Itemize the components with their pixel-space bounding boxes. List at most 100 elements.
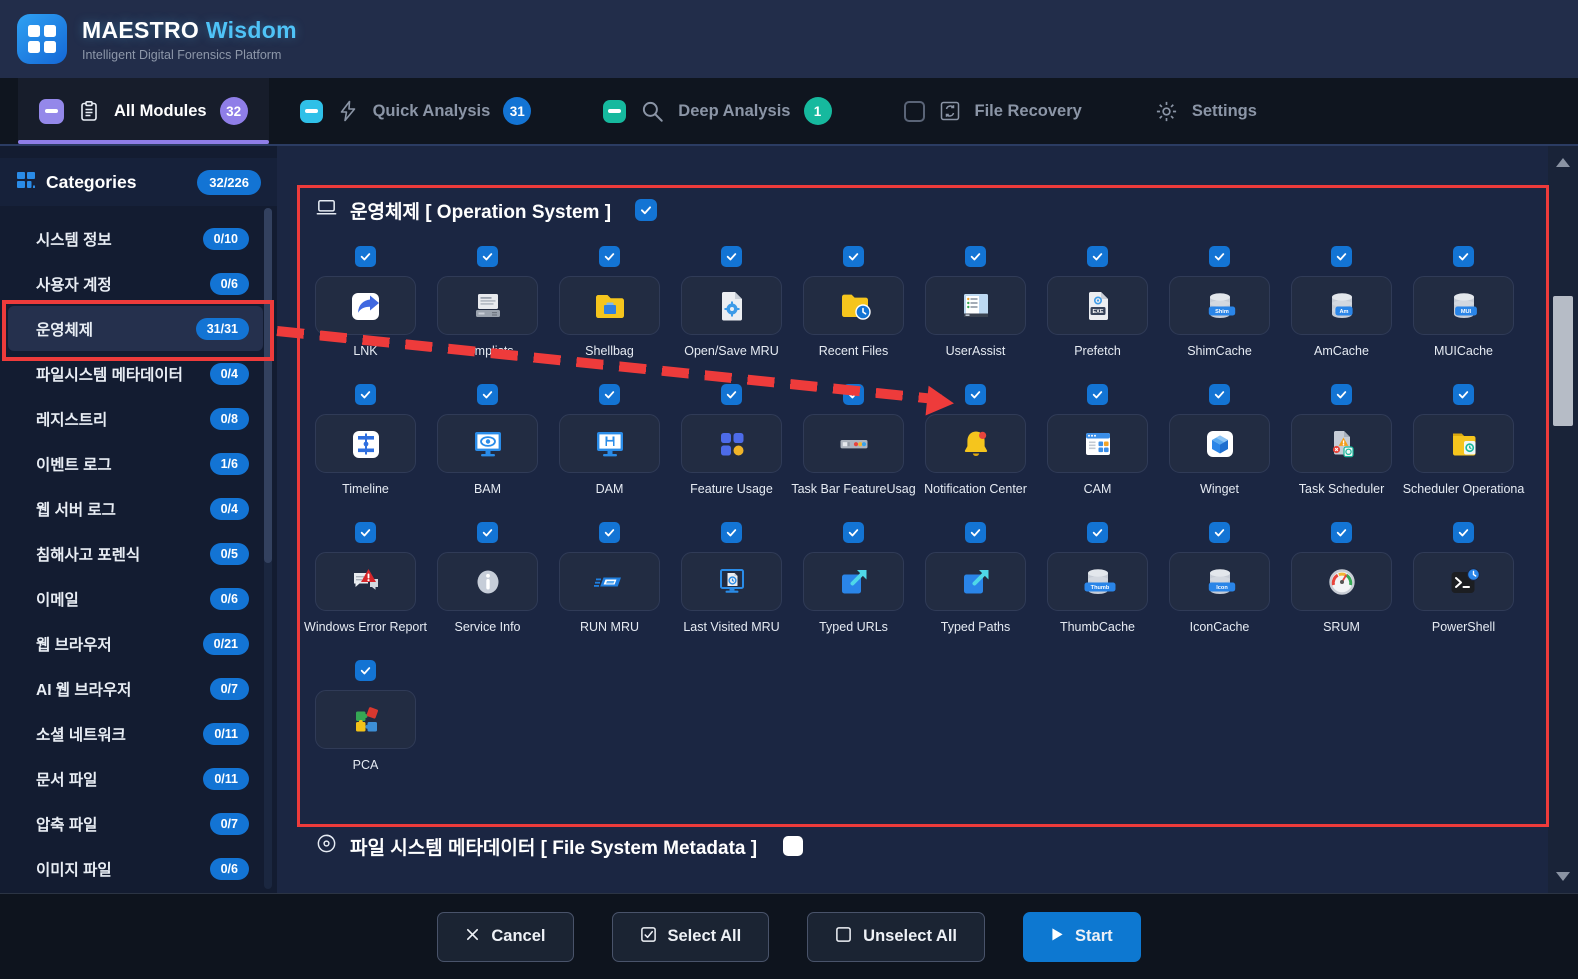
powershell-icon[interactable] [1413, 552, 1514, 611]
module-checkbox[interactable] [355, 246, 376, 267]
notification-center-icon[interactable] [925, 414, 1026, 473]
module-checkbox[interactable] [1331, 246, 1352, 267]
module-jumplists[interactable]: Jumplists [437, 246, 538, 358]
module-checkbox[interactable] [843, 522, 864, 543]
sidebar-scrollbar-thumb[interactable] [264, 208, 272, 563]
iconcache-icon[interactable]: Icon [1169, 552, 1270, 611]
tab-settings[interactable]: Settings [1133, 78, 1278, 144]
sidebar-item-문서-파일[interactable]: 문서 파일0/11 [8, 756, 263, 801]
sidebar-item-압축-파일[interactable]: 압축 파일0/7 [8, 801, 263, 846]
module-bam[interactable]: BAM [437, 384, 538, 496]
module-shellbag[interactable]: Shellbag [559, 246, 660, 358]
module-checkbox[interactable] [355, 660, 376, 681]
module-checkbox[interactable] [721, 246, 742, 267]
section-checkbox[interactable] [783, 836, 803, 856]
sidebar-item-웹-서버-로그[interactable]: 웹 서버 로그0/4 [8, 486, 263, 531]
sidebar-item-시스템-정보[interactable]: 시스템 정보0/10 [8, 216, 263, 261]
section-checkbox[interactable] [635, 199, 657, 221]
module-checkbox[interactable] [355, 522, 376, 543]
module-typed-paths[interactable]: Typed Paths [925, 522, 1026, 634]
module-checkbox[interactable] [1453, 384, 1474, 405]
module-checkbox[interactable] [1453, 522, 1474, 543]
module-checkbox[interactable] [599, 384, 620, 405]
module-checkbox[interactable] [1087, 246, 1108, 267]
timeline-icon[interactable] [315, 414, 416, 473]
jumplists-icon[interactable] [437, 276, 538, 335]
module-checkbox[interactable] [1087, 384, 1108, 405]
module-checkbox[interactable] [599, 522, 620, 543]
shimcache-icon[interactable]: Shim [1169, 276, 1270, 335]
lnk-icon[interactable] [315, 276, 416, 335]
sidebar-item-운영체제[interactable]: 운영체제31/31 [8, 306, 263, 351]
module-muicache[interactable]: MUIMUICache [1413, 246, 1514, 358]
module-run-mru[interactable]: RUN MRU [559, 522, 660, 634]
dam-icon[interactable] [559, 414, 660, 473]
module-winget[interactable]: Winget [1169, 384, 1270, 496]
typed-urls-icon[interactable] [803, 552, 904, 611]
thumbcache-icon[interactable]: Thumb [1047, 552, 1148, 611]
module-lnk[interactable]: LNK [315, 246, 416, 358]
tab-quick-analysis[interactable]: Quick Analysis 31 [279, 78, 553, 144]
module-checkbox[interactable] [1209, 384, 1230, 405]
windows-error-report-icon[interactable] [315, 552, 416, 611]
task-scheduler-icon[interactable] [1291, 414, 1392, 473]
main-scrollbar[interactable] [1548, 146, 1578, 893]
bam-icon[interactable] [437, 414, 538, 473]
module-checkbox[interactable] [477, 384, 498, 405]
module-checkbox[interactable] [1453, 246, 1474, 267]
pca-icon[interactable] [315, 690, 416, 749]
typed-paths-icon[interactable] [925, 552, 1026, 611]
quick-analysis-checkbox[interactable] [300, 100, 323, 123]
module-srum[interactable]: SRUM [1291, 522, 1392, 634]
scheduler-operationa-icon[interactable] [1413, 414, 1514, 473]
module-checkbox[interactable] [965, 384, 986, 405]
module-task-bar-featureusag[interactable]: Task Bar FeatureUsag [803, 384, 904, 496]
sidebar-item-웹-브라우저[interactable]: 웹 브라우저0/21 [8, 621, 263, 666]
tab-file-recovery[interactable]: File Recovery [883, 78, 1103, 144]
module-task-scheduler[interactable]: Task Scheduler [1291, 384, 1392, 496]
module-checkbox[interactable] [965, 522, 986, 543]
module-checkbox[interactable] [477, 246, 498, 267]
tab-deep-analysis[interactable]: Deep Analysis 1 [582, 78, 852, 144]
start-button[interactable]: Start [1023, 912, 1141, 962]
cancel-button[interactable]: Cancel [437, 912, 573, 962]
run-mru-icon[interactable] [559, 552, 660, 611]
module-prefetch[interactable]: EXEPrefetch [1047, 246, 1148, 358]
module-checkbox[interactable] [1331, 384, 1352, 405]
module-checkbox[interactable] [599, 246, 620, 267]
module-open-save-mru[interactable]: Open/Save MRU [681, 246, 782, 358]
module-timeline[interactable]: Timeline [315, 384, 416, 496]
module-iconcache[interactable]: IconIconCache [1169, 522, 1270, 634]
amcache-icon[interactable]: Am [1291, 276, 1392, 335]
module-recent-files[interactable]: Recent Files [803, 246, 904, 358]
prefetch-icon[interactable]: EXE [1047, 276, 1148, 335]
muicache-icon[interactable]: MUI [1413, 276, 1514, 335]
module-amcache[interactable]: AmAmCache [1291, 246, 1392, 358]
deep-analysis-checkbox[interactable] [603, 100, 626, 123]
module-userassist[interactable]: UserAssist [925, 246, 1026, 358]
unselect-all-button[interactable]: Unselect All [807, 912, 985, 962]
sidebar-item-레지스트리[interactable]: 레지스트리0/8 [8, 396, 263, 441]
sidebar-item-이벤트-로그[interactable]: 이벤트 로그1/6 [8, 441, 263, 486]
module-last-visited-mru[interactable]: Last Visited MRU [681, 522, 782, 634]
userassist-icon[interactable] [925, 276, 1026, 335]
sidebar-scrollbar[interactable] [264, 208, 272, 889]
task-bar-featureusag-icon[interactable] [803, 414, 904, 473]
main-scrollbar-thumb[interactable] [1553, 296, 1573, 426]
sidebar-item-사용자-계정[interactable]: 사용자 계정0/6 [8, 261, 263, 306]
module-pca[interactable]: PCA [315, 660, 416, 772]
module-notification-center[interactable]: Notification Center [925, 384, 1026, 496]
sidebar-item-파일시스템-메타데이터[interactable]: 파일시스템 메타데이터0/4 [8, 351, 263, 396]
module-dam[interactable]: DAM [559, 384, 660, 496]
module-checkbox[interactable] [1209, 522, 1230, 543]
srum-icon[interactable] [1291, 552, 1392, 611]
module-scheduler-operationa[interactable]: Scheduler Operationa [1413, 384, 1514, 496]
module-typed-urls[interactable]: Typed URLs [803, 522, 904, 634]
recent-files-icon[interactable] [803, 276, 904, 335]
module-checkbox[interactable] [965, 246, 986, 267]
module-service-info[interactable]: Service Info [437, 522, 538, 634]
sidebar-item-AI-웹-브라우저[interactable]: AI 웹 브라우저0/7 [8, 666, 263, 711]
select-all-button[interactable]: Select All [612, 912, 770, 962]
module-powershell[interactable]: PowerShell [1413, 522, 1514, 634]
winget-icon[interactable] [1169, 414, 1270, 473]
